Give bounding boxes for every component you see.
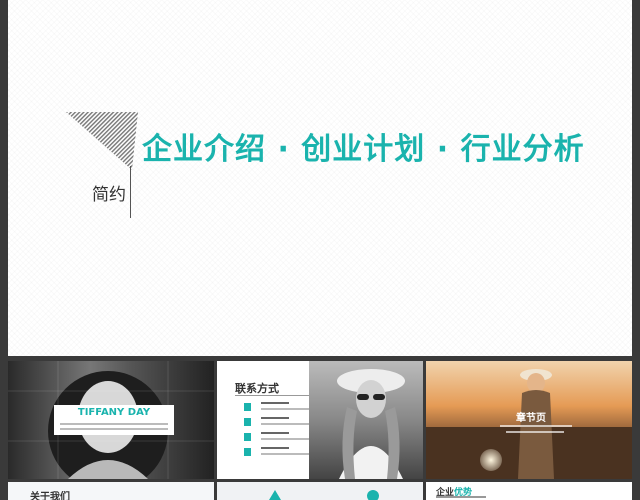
chapter-text-line xyxy=(500,425,572,427)
woman-hat-photo xyxy=(309,361,423,479)
tiffany-caption-box: TIFFANY DAY xyxy=(54,405,174,435)
contact-number-badge xyxy=(244,433,251,441)
contact-number-badge xyxy=(244,403,251,411)
tiffany-title: TIFFANY DAY xyxy=(77,407,151,418)
contact-number-badge xyxy=(244,418,251,426)
about-title: 关于我们 xyxy=(30,492,70,500)
slide-thumbnail-advantage[interactable]: 企业优势 xyxy=(426,482,632,500)
chapter-text-line xyxy=(506,431,564,433)
triangle-icon xyxy=(269,490,281,500)
sun-glare xyxy=(480,449,502,471)
vertical-divider xyxy=(130,166,131,218)
slide-thumbnail-about[interactable]: 关于我们 xyxy=(8,482,214,500)
caption-text-line xyxy=(60,428,168,430)
advantage-text-line xyxy=(436,496,486,498)
circle-icon xyxy=(367,490,379,500)
contact-title-underline xyxy=(235,395,317,396)
subtitle: 简约 xyxy=(92,185,126,205)
hatched-wedge-decoration xyxy=(66,112,138,170)
slide-thumbnail-tiffany[interactable]: TIFFANY DAY xyxy=(8,361,214,479)
chapter-title: 章节页 xyxy=(516,413,546,424)
slide-thumbnail-shapes[interactable] xyxy=(217,482,423,500)
caption-text-line xyxy=(60,423,168,425)
main-slide[interactable]: 简约 企业介绍 · 创业计划 · 行业分析 xyxy=(8,0,632,356)
contact-number-badge xyxy=(244,448,251,456)
contact-title: 联系方式 xyxy=(235,382,279,395)
slide-thumbnail-chapter[interactable]: 章节页 xyxy=(426,361,632,479)
slide-title: 企业介绍 · 创业计划 · 行业分析 xyxy=(142,132,585,167)
slide-thumbnail-contact[interactable]: 联系方式 xyxy=(217,361,423,479)
